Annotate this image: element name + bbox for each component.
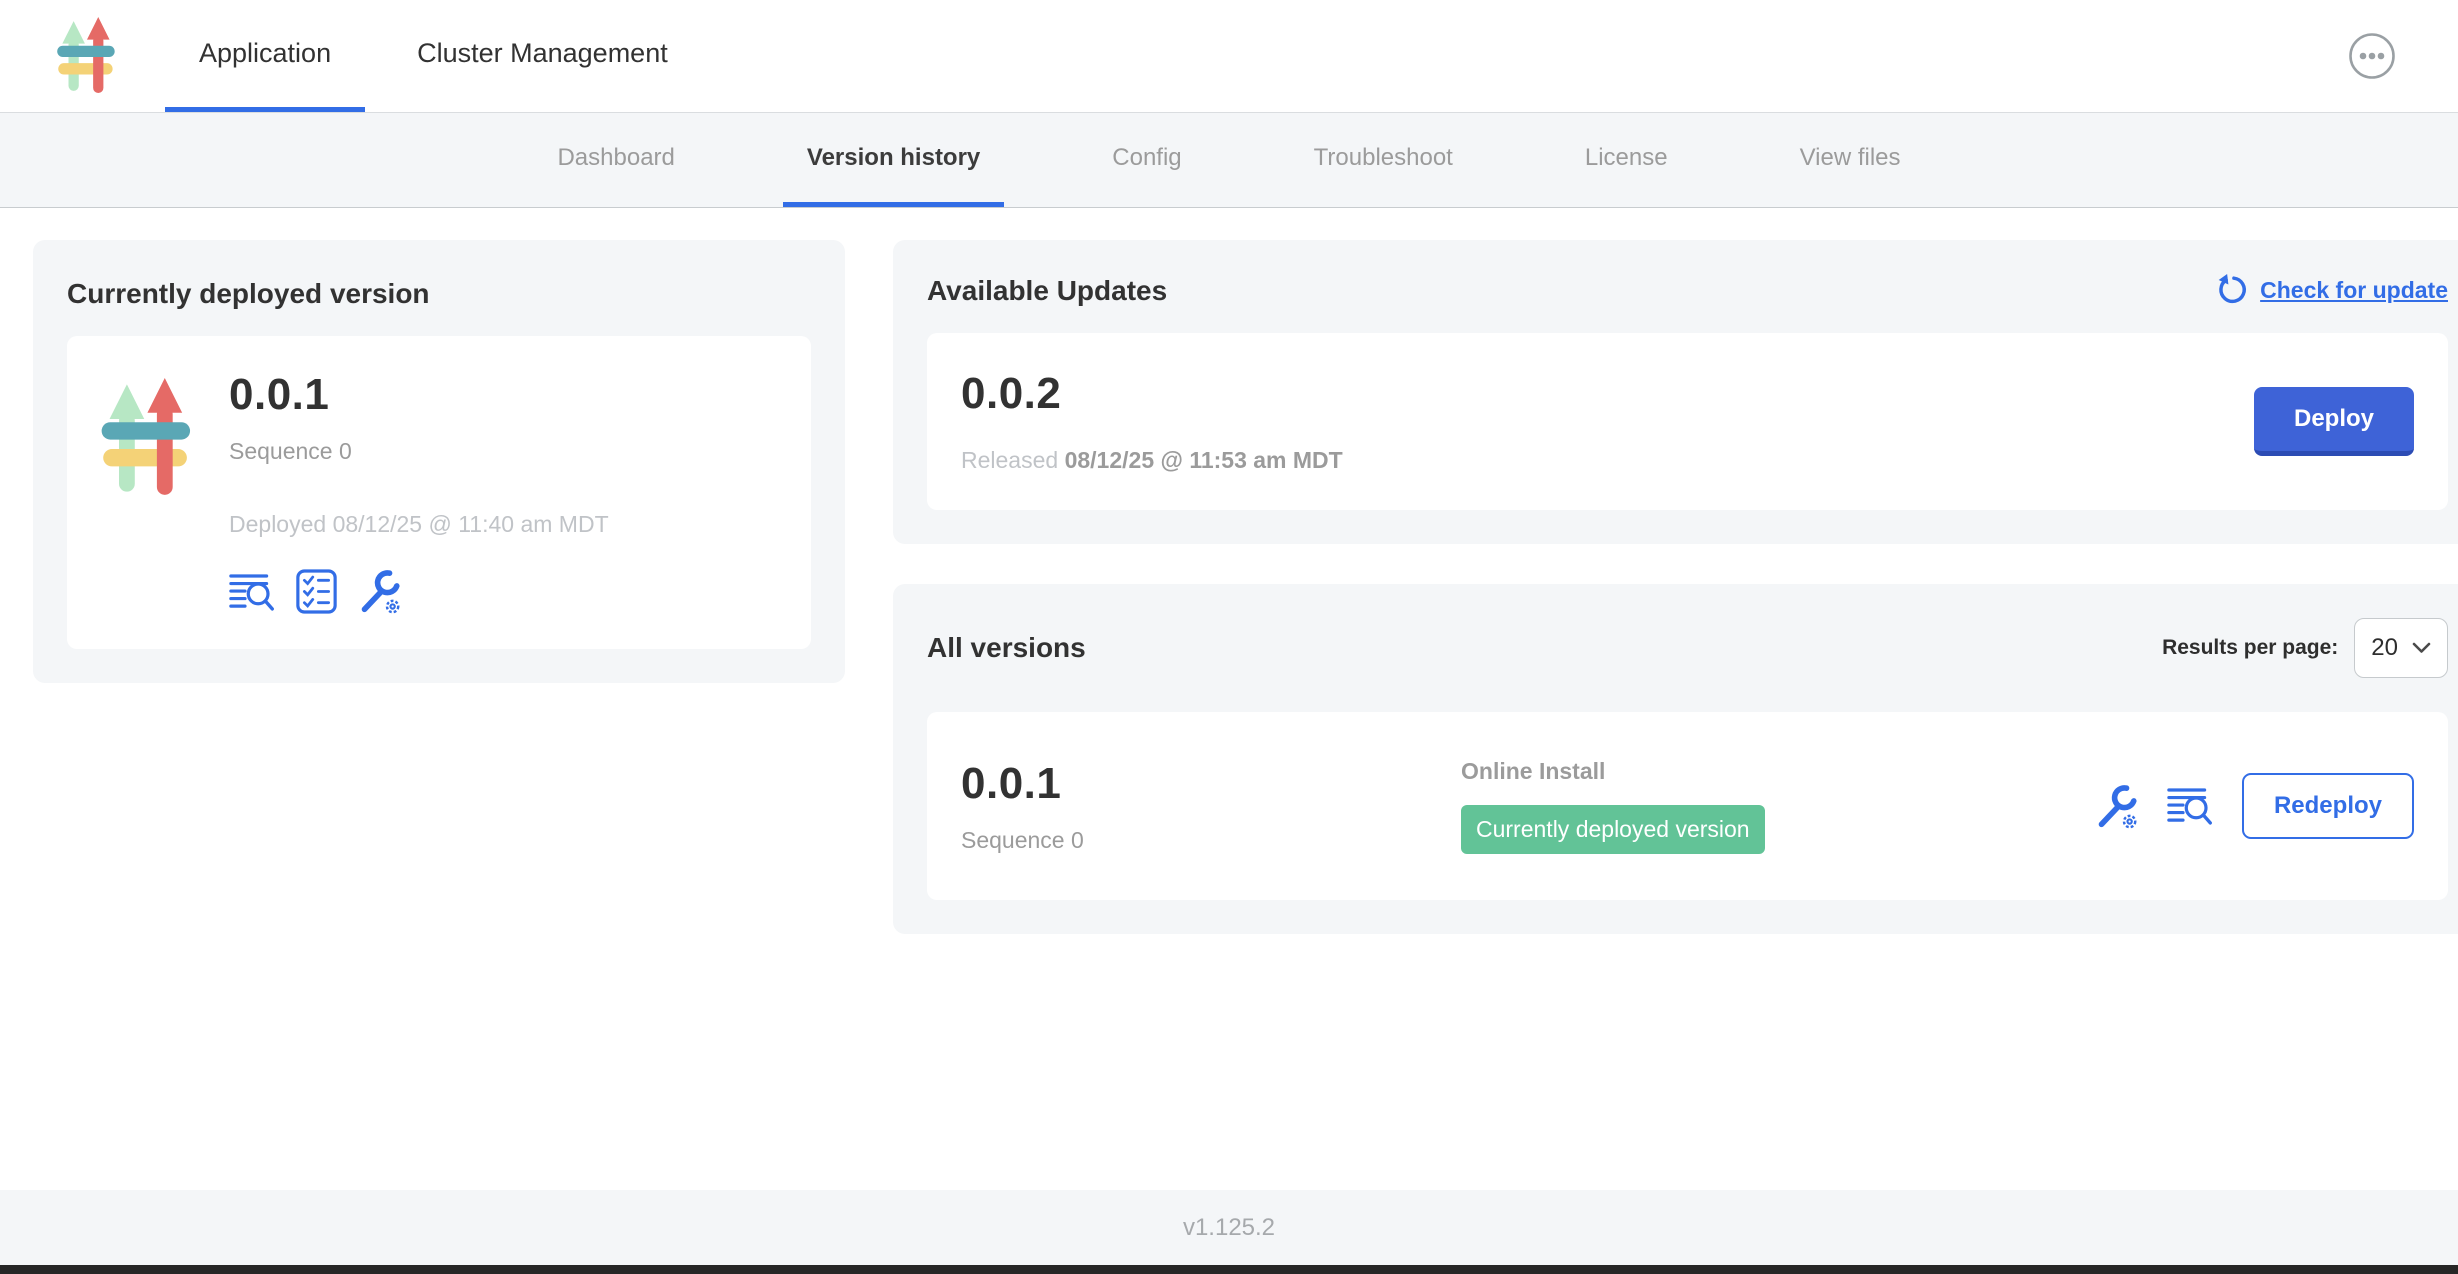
deploy-logs-icon[interactable] [229,571,276,613]
released-date: 08/12/25 @ 11:53 am MDT [1065,447,1343,473]
results-per-page-group: Results per page: 20 [2162,618,2448,678]
preflight-checks-icon[interactable] [296,569,337,614]
results-per-page-label: Results per page: [2162,636,2338,660]
row-version-number: 0.0.1 [961,759,1461,809]
check-for-update-link[interactable]: Check for update [2215,274,2448,307]
ellipsis-menu-icon[interactable] [2348,32,2396,80]
deployed-sequence: Sequence 0 [229,438,609,465]
install-type-label: Online Install [1461,758,2094,785]
top-nav: Application Cluster Management [0,0,2458,113]
top-nav-right [2348,0,2396,112]
subtab-troubleshoot[interactable]: Troubleshoot [1290,113,1477,207]
config-icon[interactable] [2094,783,2139,830]
currently-deployed-card: Currently deployed version 0.0.1 Sequenc… [33,240,845,683]
redeploy-button[interactable]: Redeploy [2242,773,2414,839]
app-sub-nav: Dashboard Version history Config Trouble… [0,113,2458,208]
deploy-logs-icon[interactable] [2167,785,2214,827]
update-released-line: Released 08/12/25 @ 11:53 am MDT [961,447,1343,474]
deployed-version-panel: 0.0.1 Sequence 0 Deployed 08/12/25 @ 11:… [67,336,811,649]
bottom-edge-strip [0,1265,2458,1274]
row-version-block: 0.0.1 Sequence 0 [961,759,1461,854]
version-row: 0.0.1 Sequence 0 Online Install Currentl… [927,712,2448,900]
available-updates-card: Available Updates Check for update 0.0.2… [893,240,2458,544]
tab-application[interactable]: Application [165,0,365,112]
results-per-page-select[interactable]: 20 [2354,618,2448,678]
console-version: v1.125.2 [1183,1214,1275,1242]
results-per-page-value: 20 [2371,634,2398,662]
subtab-version-history-label: Version history [807,144,980,172]
subtab-license[interactable]: License [1561,113,1692,207]
available-updates-title: Available Updates [927,275,1167,307]
currently-deployed-badge: Currently deployed version [1461,805,1765,854]
subtab-version-history[interactable]: Version history [783,113,1004,207]
subtab-view-files-label: View files [1800,144,1901,172]
deployed-version-number: 0.0.1 [229,370,609,420]
deploy-button[interactable]: Deploy [2254,387,2414,456]
app-logo-icon [101,378,197,498]
subtab-license-label: License [1585,144,1668,172]
released-prefix: Released [961,447,1058,473]
main-content: Currently deployed version 0.0.1 Sequenc… [0,208,2458,1190]
row-sequence: Sequence 0 [961,827,1461,854]
row-actions: Redeploy [2094,773,2414,839]
check-for-update-label: Check for update [2260,277,2448,304]
refresh-icon [2215,274,2248,307]
app-logo-icon [57,17,119,95]
available-update-row: 0.0.2 Released 08/12/25 @ 11:53 am MDT D… [927,333,2448,510]
right-column: Available Updates Check for update 0.0.2… [893,240,2458,1190]
top-nav-tabs: Application Cluster Management [165,0,720,112]
deployed-timestamp: Deployed 08/12/25 @ 11:40 am MDT [229,511,609,538]
deployed-version-details: 0.0.1 Sequence 0 Deployed 08/12/25 @ 11:… [229,370,609,615]
subtab-dashboard[interactable]: Dashboard [533,113,698,207]
tab-cluster-management[interactable]: Cluster Management [383,0,702,112]
chevron-down-icon [2412,642,2431,654]
config-icon[interactable] [357,568,402,615]
update-version-number: 0.0.2 [961,369,1343,419]
subtab-config[interactable]: Config [1088,113,1205,207]
deployed-version-actions [229,568,609,615]
all-versions-card: All versions Results per page: 20 0.0 [893,584,2458,934]
subtab-config-label: Config [1112,144,1181,172]
tab-cluster-management-label: Cluster Management [417,38,668,69]
update-details: 0.0.2 Released 08/12/25 @ 11:53 am MDT [961,369,1343,474]
subtab-troubleshoot-label: Troubleshoot [1314,144,1453,172]
all-versions-title: All versions [927,632,1086,664]
tab-application-label: Application [199,38,331,69]
subtab-dashboard-label: Dashboard [557,144,674,172]
currently-deployed-title: Currently deployed version [67,278,811,310]
footer: v1.125.2 [0,1190,2458,1265]
subtab-view-files[interactable]: View files [1776,113,1925,207]
row-meta-block: Online Install Currently deployed versio… [1461,758,2094,854]
